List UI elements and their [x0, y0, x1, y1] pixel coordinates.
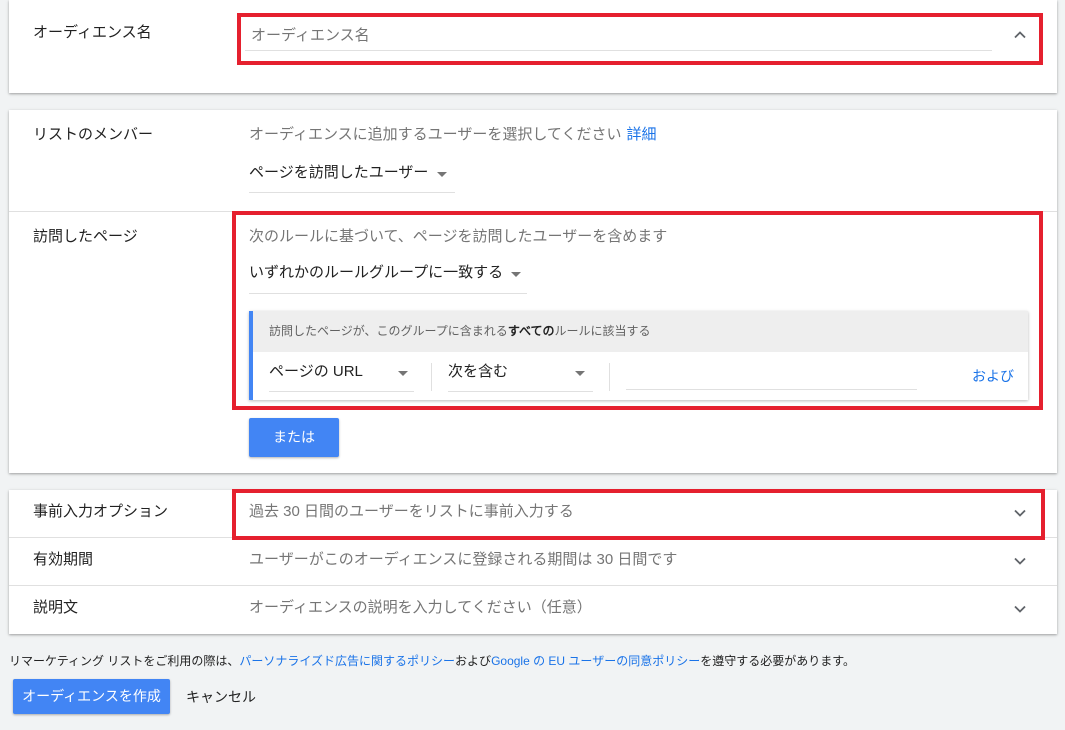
- rule-operator-select[interactable]: 次を含む: [448, 361, 593, 392]
- list-members-select[interactable]: ページを訪問したユーザー: [249, 162, 455, 193]
- cancel-button[interactable]: キャンセル: [186, 688, 256, 706]
- list-members-description-text: オーディエンスに追加するユーザーを選択してください: [249, 126, 622, 143]
- create-audience-button[interactable]: オーディエンスを作成: [13, 679, 170, 714]
- list-members-label: リストのメンバー: [33, 126, 154, 143]
- description-value: オーディエンスの説明を入力してください（任意）: [249, 599, 592, 616]
- list-members-selected-value: ページを訪問したユーザー: [249, 164, 429, 181]
- policy-notice-text: を遵守する必要があります。: [700, 654, 856, 668]
- audience-name-input[interactable]: [245, 21, 992, 51]
- add-or-group-button[interactable]: または: [249, 418, 339, 457]
- chevron-down-icon[interactable]: [1012, 601, 1028, 617]
- caret-down-icon: [575, 371, 585, 376]
- caret-down-icon: [398, 371, 408, 376]
- details-link[interactable]: 詳細: [626, 126, 656, 143]
- rule-divider: [609, 363, 610, 391]
- caret-down-icon: [511, 272, 521, 277]
- chevron-down-icon[interactable]: [1012, 553, 1028, 569]
- policy-notice: リマーケティング リストをご利用の際は、パーソナライズド広告に関するポリシーおよ…: [9, 653, 855, 669]
- membership-duration-row[interactable]: 有効期間 ユーザーがこのオーディエンスに登録される期間は 30 日間です: [9, 538, 1057, 586]
- audience-options-card: 事前入力オプション 過去 30 日間のユーザーをリストに事前入力する 有効期間 …: [9, 489, 1057, 634]
- rule-group-header-suffix: ルールに該当する: [554, 324, 651, 338]
- chevron-up-icon[interactable]: [1012, 27, 1028, 43]
- policy-notice-text: リマーケティング リストをご利用の際は、: [9, 654, 240, 668]
- rule-operator-value: 次を含む: [448, 363, 509, 380]
- description-label: 説明文: [33, 599, 79, 616]
- prefill-option-value: 過去 30 日間のユーザーをリストに事前入力する: [249, 503, 574, 520]
- caret-down-icon: [437, 172, 447, 177]
- audience-name-label: オーディエンス名: [33, 24, 152, 41]
- rule-field-select[interactable]: ページの URL: [269, 361, 414, 392]
- visited-pages-label: 訪問したページ: [33, 228, 138, 245]
- rule-group-header-prefix: 訪問したページが、このグループに含まれる: [269, 324, 508, 338]
- rule-value-input[interactable]: [626, 361, 917, 390]
- prefill-option-row[interactable]: 事前入力オプション 過去 30 日間のユーザーをリストに事前入力する: [9, 490, 1057, 538]
- policy-notice-text: および: [455, 654, 492, 668]
- add-and-rule-link[interactable]: および: [972, 367, 1014, 385]
- rule-group-header: 訪問したページが、このグループに含まれるすべてのルールに該当する: [253, 311, 1028, 352]
- list-members-description: オーディエンスに追加するユーザーを選択してください 詳細: [249, 126, 656, 144]
- description-row[interactable]: 説明文 オーディエンスの説明を入力してください（任意）: [9, 586, 1057, 634]
- chevron-down-icon[interactable]: [1012, 505, 1028, 521]
- audience-name-card: オーディエンス名: [9, 0, 1057, 93]
- rule-group: 訪問したページが、このグループに含まれるすべてのルールに該当する ページの UR…: [249, 311, 1028, 400]
- eu-user-consent-policy-link[interactable]: Google の EU ユーザーの同意ポリシー: [491, 654, 700, 668]
- visited-pages-description: 次のルールに基づいて、ページを訪問したユーザーを含めます: [249, 228, 668, 245]
- rule-group-header-emphasis: すべての: [507, 324, 555, 338]
- membership-duration-value: ユーザーがこのオーディエンスに登録される期間は 30 日間です: [249, 551, 678, 568]
- rule-field-value: ページの URL: [269, 363, 363, 380]
- rule-match-select[interactable]: いずれかのルールグループに一致する: [249, 262, 527, 294]
- prefill-option-label: 事前入力オプション: [33, 503, 169, 520]
- personalized-ads-policy-link[interactable]: パーソナライズド広告に関するポリシー: [239, 654, 455, 668]
- section-divider: [9, 211, 1057, 212]
- audience-rules-card: リストのメンバー オーディエンスに追加するユーザーを選択してください 詳細 ページ…: [9, 110, 1057, 473]
- membership-duration-label: 有効期間: [33, 551, 94, 568]
- rule-match-selected-value: いずれかのルールグループに一致する: [249, 264, 504, 281]
- rule-divider: [431, 363, 432, 391]
